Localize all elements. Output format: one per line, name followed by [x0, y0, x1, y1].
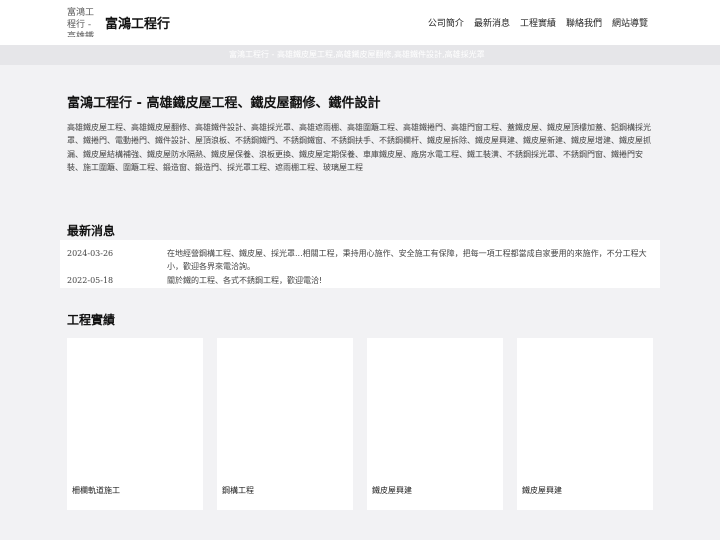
- work-card-label: 鋼構工程: [222, 486, 254, 495]
- main-nav: 公司簡介 最新消息 工程實績 聯絡我們 網站導覽: [428, 16, 648, 29]
- nav-sitemap[interactable]: 網站導覽: [612, 16, 648, 29]
- site-header: 富鴻工程行 - 高雄鐵皮屋工程 富鴻工程行 公司簡介 最新消息 工程實績 聯絡我…: [0, 0, 720, 45]
- logo-image[interactable]: 富鴻工程行 - 高雄鐵皮屋工程: [67, 7, 97, 37]
- news-text[interactable]: 關於鐵的工程、各式不銹鋼工程，歡迎電洽!: [167, 274, 657, 287]
- news-item[interactable]: 2024-03-26 在地經營鋼構工程、鐵皮屋、採光罩...相關工程，秉持用心施…: [67, 247, 657, 273]
- news-date: 2024-03-26: [67, 249, 114, 258]
- news-date: 2022-05-18: [67, 276, 114, 285]
- nav-works[interactable]: 工程實績: [520, 16, 556, 29]
- work-card[interactable]: 鋼構工程: [217, 338, 353, 510]
- works-section-title: 工程實績: [67, 313, 116, 327]
- nav-news[interactable]: 最新消息: [474, 16, 510, 29]
- page-title: 富鴻工程行 - 高雄鐵皮屋工程、鐵皮屋翻修、鐵件設計: [67, 96, 381, 111]
- news-text[interactable]: 在地經營鋼構工程、鐵皮屋、採光罩...相關工程，秉持用心施作、安全施工有保障，把…: [167, 247, 657, 273]
- keyword-description: 高雄鐵皮屋工程、高雄鐵皮屋翻修、高雄鐵件設計、高雄採光罩、高雄遮雨棚、高雄圍籬工…: [67, 123, 651, 173]
- nav-contact[interactable]: 聯絡我們: [566, 16, 602, 29]
- banner-alt-text: 富鴻工程行 - 高雄鐵皮屋工程,高雄鐵皮屋翻修,高雄鐵件設計,高雄採光罩: [229, 50, 485, 59]
- work-card[interactable]: 鐵皮屋興建: [517, 338, 653, 510]
- work-card-label: 柵欄軌道施工: [72, 486, 120, 495]
- work-card-label: 鐵皮屋興建: [372, 486, 412, 495]
- work-card-label: 鐵皮屋興建: [522, 486, 562, 495]
- nav-about[interactable]: 公司簡介: [428, 16, 464, 29]
- news-item[interactable]: 2022-05-18 關於鐵的工程、各式不銹鋼工程，歡迎電洽!: [67, 274, 657, 287]
- news-section-title: 最新消息: [67, 224, 116, 238]
- work-card[interactable]: 鐵皮屋興建: [367, 338, 503, 510]
- site-brand[interactable]: 富鴻工程行: [105, 13, 170, 32]
- work-card[interactable]: 柵欄軌道施工: [67, 338, 203, 510]
